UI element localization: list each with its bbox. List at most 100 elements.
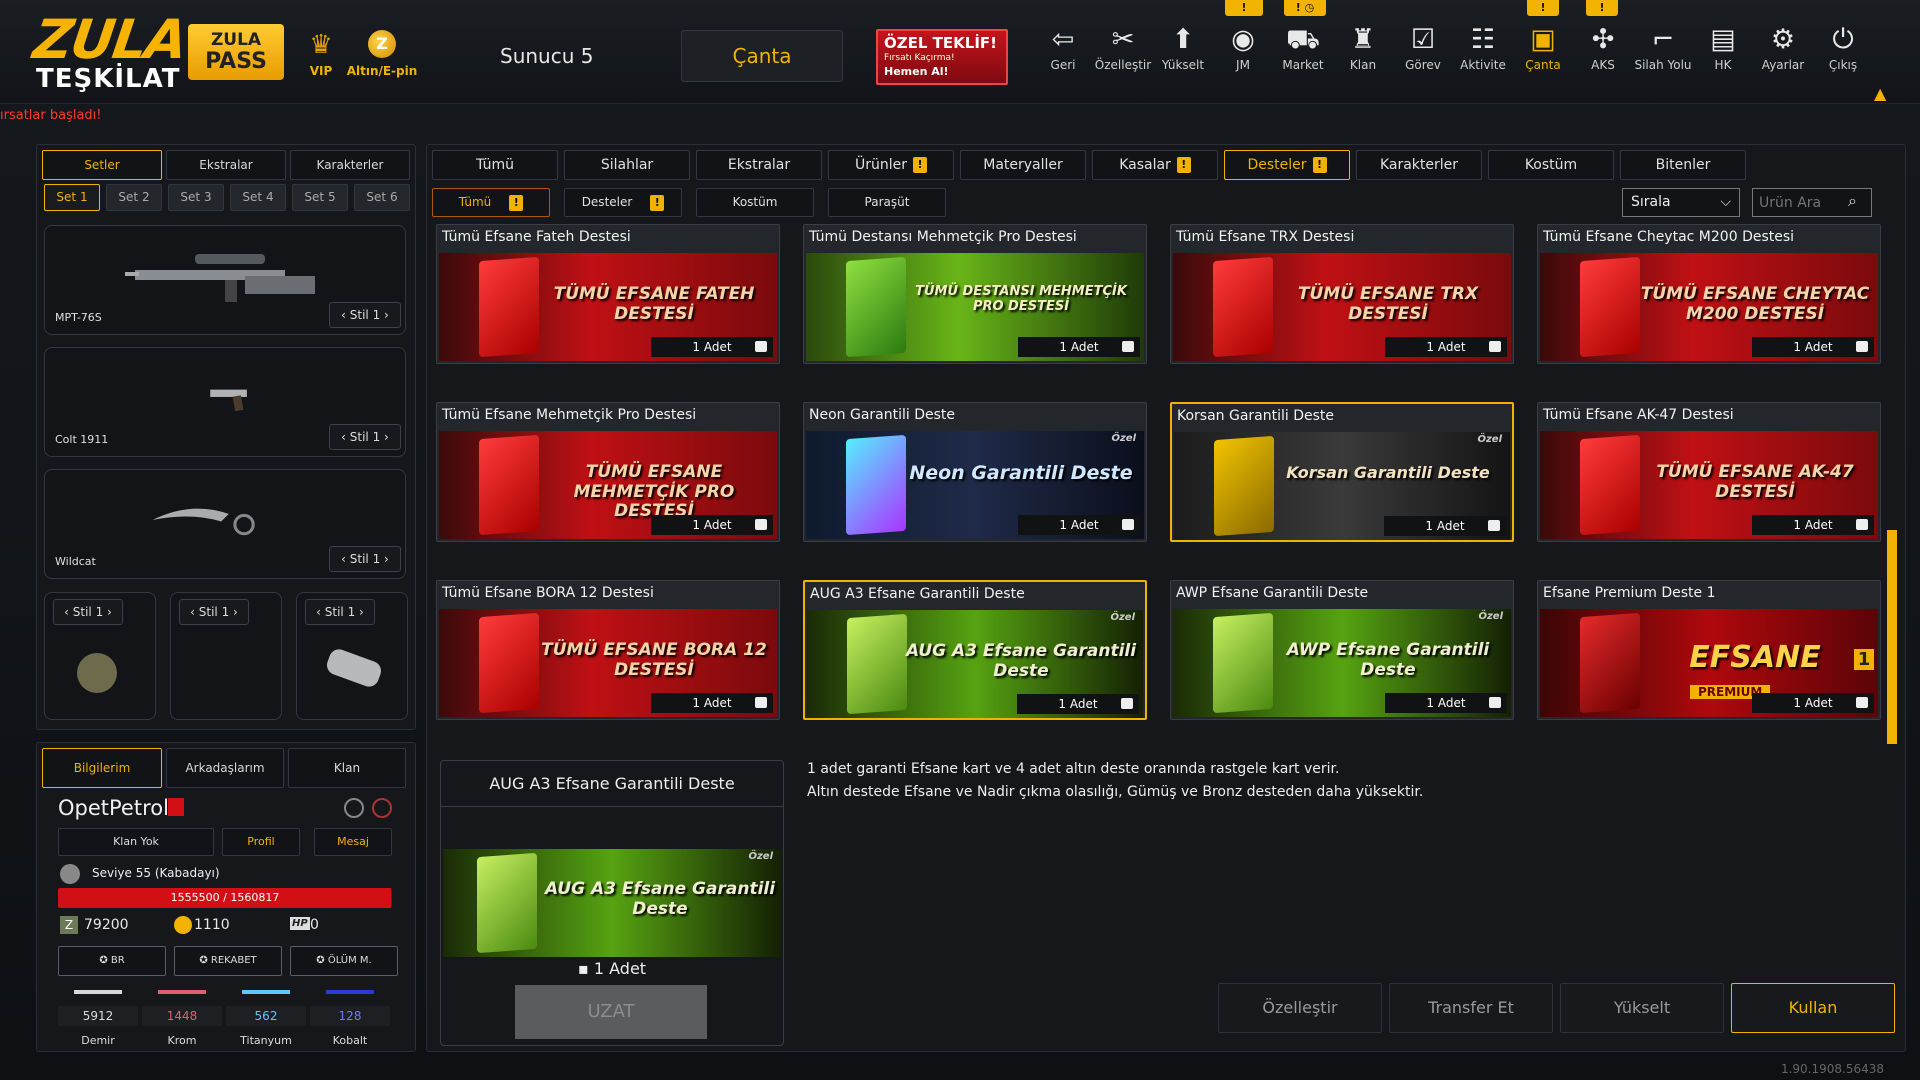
item-description: 1 adet garanti Efsane kart ve 4 adet alt… — [807, 758, 1423, 804]
category-urunler[interactable]: Ürünler! — [828, 150, 954, 180]
deck-card[interactable]: Tümü Efsane Fateh Destesi TÜMÜ EFSANE FA… — [436, 224, 780, 364]
use-button[interactable]: Kullan — [1731, 983, 1895, 1033]
message-button[interactable]: Mesaj — [314, 828, 392, 856]
style-selector[interactable]: ‹ Stil 1 › — [53, 599, 123, 625]
style-selector[interactable]: ‹ Stil 1 › — [179, 599, 249, 625]
flag-icon — [168, 798, 184, 816]
deck-card[interactable]: Tümü Efsane TRX Destesi TÜMÜ EFSANE TRX … — [1170, 224, 1514, 364]
nav-label: Çanta — [1525, 58, 1561, 72]
set-5-tab[interactable]: Set 5 — [292, 184, 348, 211]
deck-card[interactable]: Korsan Garantili Deste Özel Korsan Garan… — [1170, 402, 1514, 542]
filter-kostum[interactable]: Kostüm — [696, 188, 814, 217]
upgrade-button[interactable]: Yükselt — [1560, 983, 1724, 1033]
nav-aks[interactable]: ✣ AKS — [1574, 22, 1632, 82]
nav-hk[interactable]: ▤ HK — [1694, 22, 1752, 82]
deck-card[interactable]: Neon Garantili Deste Özel Neon Garantili… — [803, 402, 1147, 542]
category-silahlar[interactable]: Silahlar — [564, 150, 690, 180]
set-3-tab[interactable]: Set 3 — [168, 184, 224, 211]
category-kostum[interactable]: Kostüm — [1488, 150, 1614, 180]
deck-quantity: 1 Adet — [1752, 515, 1874, 535]
tab-arkadaslarim[interactable]: Arkadaşlarım — [166, 748, 284, 788]
nav-canta[interactable]: ▣ Çanta — [1514, 22, 1572, 82]
nav-cikis[interactable]: ⏻ Çıkış — [1814, 22, 1872, 82]
olum-medal-button[interactable]: ✪ ÖLÜM M. — [290, 946, 398, 976]
deck-card-art: TÜMÜ EFSANE FATEH DESTESİ 1 Adet — [439, 253, 777, 361]
category-materyaller[interactable]: Materyaller — [960, 150, 1086, 180]
filter-tumu[interactable]: Tümü! — [432, 188, 550, 217]
nav-aktivite[interactable]: ☷ Aktivite — [1454, 22, 1512, 82]
nav-market[interactable]: ⛟ Market — [1274, 22, 1332, 82]
bag-icon: ▣ — [1530, 24, 1556, 55]
altin-epin-button[interactable]: Z Altın/E-pin — [342, 30, 422, 84]
deck-card[interactable]: Efsane Premium Deste 1 EFSANE PREMIUM 1 1… — [1537, 580, 1881, 720]
set-2-tab[interactable]: Set 2 — [106, 184, 162, 211]
special-offer-banner[interactable]: ÖZEL TEKLİF! Fırsatı Kaçırma! Hemen Al! — [876, 29, 1008, 85]
deck-card[interactable]: AWP Efsane Garantili Deste Özel AWP Efsa… — [1170, 580, 1514, 720]
deck-card[interactable]: AUG A3 Efsane Garantili Deste Özel AUG A… — [803, 580, 1147, 720]
clan-status-button[interactable]: Klan Yok — [58, 828, 214, 856]
deck-book-image — [846, 256, 906, 358]
tab-klan[interactable]: Klan — [288, 748, 406, 788]
block-icon[interactable] — [344, 798, 364, 818]
style-selector[interactable]: ‹ Stil 1 › — [329, 424, 401, 450]
deck-card[interactable]: Tümü Efsane Cheytac M200 Destesi TÜMÜ EF… — [1537, 224, 1881, 364]
customize-button[interactable]: Özelleştir — [1218, 983, 1382, 1033]
nav-ayarlar[interactable]: ⚙ Ayarlar — [1754, 22, 1812, 82]
search-icon[interactable]: ⌕ — [1848, 191, 1857, 211]
nav-jm[interactable]: ◉ JM — [1214, 22, 1272, 82]
category-desteler[interactable]: Desteler! — [1224, 150, 1350, 180]
nav-silah-yolu[interactable]: ⌐ Silah Yolu — [1634, 22, 1692, 82]
extend-button[interactable]: UZAT — [515, 985, 707, 1039]
nav-klan[interactable]: ♜ Klan — [1334, 22, 1392, 82]
nav-label: Silah Yolu — [1634, 58, 1692, 72]
tab-setler[interactable]: Setler — [42, 150, 162, 180]
set-6-tab[interactable]: Set 6 — [354, 184, 410, 211]
category-ekstralar[interactable]: Ekstralar — [696, 150, 822, 180]
br-medal-button[interactable]: ✪ BR — [58, 946, 166, 976]
tab-ekstralar[interactable]: Ekstralar — [166, 150, 286, 180]
equipment-slot[interactable]: ‹ Stil 1 › — [170, 592, 282, 720]
category-karakterler[interactable]: Karakterler — [1356, 150, 1482, 180]
notification-icon[interactable]: ▲ — [1874, 84, 1886, 103]
hk-icon: ▤ — [1710, 24, 1736, 55]
special-tag: Özel — [1110, 612, 1135, 623]
category-tumu[interactable]: Tümü — [432, 150, 558, 180]
zula-pass-button[interactable]: ZULA PASS — [188, 24, 284, 80]
tab-karakterler[interactable]: Karakterler — [290, 150, 410, 180]
level-text: Seviye 55 (Kabadayı) — [92, 866, 220, 880]
nav-geri[interactable]: ⇦ Geri — [1034, 22, 1092, 82]
style-selector[interactable]: ‹ Stil 1 › — [305, 599, 375, 625]
report-icon[interactable] — [372, 798, 392, 818]
deck-card[interactable]: Tümü Efsane BORA 12 Destesi TÜMÜ EFSANE … — [436, 580, 780, 720]
deck-card[interactable]: Tümü Efsane AK-47 Destesi TÜMÜ EFSANE AK… — [1537, 402, 1881, 542]
set-4-tab[interactable]: Set 4 — [230, 184, 286, 211]
canta-button[interactable]: Çanta — [681, 30, 843, 82]
deck-card-art: TÜMÜ EFSANE AK-47 DESTESİ 1 Adet — [1540, 431, 1878, 539]
material-color-bar — [326, 990, 374, 994]
smoke-grenade-slot[interactable]: ‹ Stil 1 › — [296, 592, 408, 720]
rekabet-medal-button[interactable]: ✪ REKABET — [174, 946, 282, 976]
tab-bilgilerim[interactable]: Bilgilerim — [42, 748, 162, 788]
primary-weapon-slot[interactable]: MPT-76S ‹ Stil 1 › — [44, 225, 406, 335]
grenade-slot[interactable]: ‹ Stil 1 › — [44, 592, 156, 720]
nav-gorev[interactable]: ☑ Görev — [1394, 22, 1452, 82]
filter-desteler[interactable]: Desteler! — [564, 188, 682, 217]
category-kasalar[interactable]: Kasalar! — [1092, 150, 1218, 180]
nav-ozellestir[interactable]: ✂ Özelleştir — [1094, 22, 1152, 82]
scrollbar-thumb[interactable] — [1887, 530, 1897, 744]
vip-button[interactable]: ♛ VIP — [303, 30, 339, 84]
sort-dropdown[interactable]: Sırala ⌵ — [1622, 188, 1740, 217]
deck-card[interactable]: Tümü Destansı Mehmetçik Pro Destesi TÜMÜ… — [803, 224, 1147, 364]
set-1-tab[interactable]: Set 1 — [44, 184, 100, 211]
nav-yukselt[interactable]: ⬆ Yükselt — [1154, 22, 1212, 82]
transfer-button[interactable]: Transfer Et — [1389, 983, 1553, 1033]
deck-book-image — [1580, 256, 1640, 358]
secondary-weapon-slot[interactable]: Colt 1911 ‹ Stil 1 › — [44, 347, 406, 457]
category-bitenler[interactable]: Bitenler — [1620, 150, 1746, 180]
melee-weapon-slot[interactable]: Wildcat ‹ Stil 1 › — [44, 469, 406, 579]
style-selector[interactable]: ‹ Stil 1 › — [329, 546, 401, 572]
profile-button[interactable]: Profil — [222, 828, 300, 856]
filter-parasut[interactable]: Paraşüt — [828, 188, 946, 217]
deck-card[interactable]: Tümü Efsane Mehmetçik Pro Destesi TÜMÜ E… — [436, 402, 780, 542]
style-selector[interactable]: ‹ Stil 1 › — [329, 302, 401, 328]
